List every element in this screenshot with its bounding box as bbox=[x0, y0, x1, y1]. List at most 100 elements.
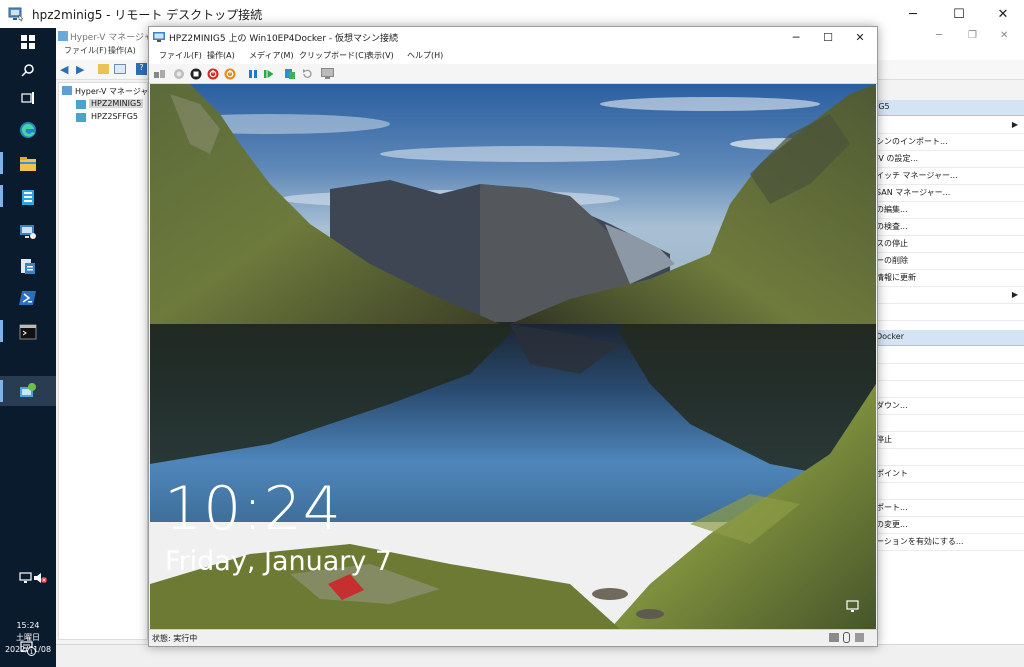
vmc-window-title: HPZ2MINIG5 上の Win10EP4Docker - 仮想マシン接続 bbox=[169, 34, 398, 44]
action-remove-server[interactable]: ーの削除 bbox=[876, 253, 1024, 270]
windows-start-icon[interactable] bbox=[16, 30, 40, 54]
hvm-restore-button[interactable]: ❐ bbox=[968, 30, 977, 41]
rdp-titlebar: hpz2minig5 - リモート デスクトップ接続 ─ ☐ ✕ bbox=[0, 0, 1024, 28]
revert-icon[interactable] bbox=[300, 67, 313, 80]
volume-muted-icon[interactable] bbox=[32, 566, 48, 590]
actions-vm-header[interactable]: Docker bbox=[876, 330, 1024, 346]
rdp-window-title: hpz2minig5 - リモート デスクトップ接続 bbox=[32, 8, 263, 22]
vm-screen[interactable]: 10:24 Friday, January 7 bbox=[150, 84, 876, 629]
vmc-close-button[interactable]: ✕ bbox=[845, 27, 875, 47]
vmc-menu-file[interactable]: ファイル(F) bbox=[159, 50, 202, 61]
action-view[interactable]: ▶ bbox=[876, 287, 1024, 304]
enhanced-session-icon[interactable] bbox=[321, 67, 334, 80]
search-icon[interactable] bbox=[16, 58, 40, 82]
server-icon bbox=[76, 100, 86, 109]
remote-taskbar: 15:24 土曜日 2022/01/08 1 bbox=[0, 28, 56, 667]
actions-pane: IG5 ▶ シンのインポート... -V の設定... イッチ マネージャー..… bbox=[876, 100, 1024, 660]
vmc-titlebar: HPZ2MINIG5 上の Win10EP4Docker - 仮想マシン接続 ─… bbox=[149, 27, 877, 47]
folder-up-icon[interactable] bbox=[98, 64, 109, 74]
notification-icon[interactable]: 1 bbox=[16, 636, 40, 660]
tree-server-hpz2sffg5[interactable]: HPZ2SFFG5 bbox=[91, 112, 138, 121]
rdp-close-button[interactable]: ✕ bbox=[980, 0, 1024, 28]
server-manager-icon[interactable] bbox=[16, 185, 40, 209]
hvm-navigation-tree: Hyper-V マネージャー HPZ2MINIG5 HPZ2SFFG5 bbox=[58, 82, 156, 640]
taskbar-indicator bbox=[0, 152, 3, 174]
action-connect[interactable] bbox=[876, 347, 1024, 364]
vmc-menu-action[interactable]: 操作(A) bbox=[207, 50, 235, 61]
action-refresh[interactable]: 情報に更新 bbox=[876, 270, 1024, 287]
vmc-menu-help[interactable]: ヘルプ(H) bbox=[407, 50, 443, 61]
hyper-v-manager-icon[interactable] bbox=[16, 379, 40, 403]
action-enable-replication[interactable]: ーションを有効にする... bbox=[876, 534, 1024, 551]
vm-status-text: 状態: 実行中 bbox=[152, 634, 198, 643]
vm-connection-window: HPZ2MINIG5 上の Win10EP4Docker - 仮想マシン接続 ─… bbox=[148, 26, 878, 647]
turn-off-icon[interactable] bbox=[189, 67, 202, 80]
lock-screen-network-icon bbox=[846, 600, 860, 614]
hvm-minimize-button[interactable]: ─ bbox=[936, 30, 942, 41]
notification-count: 1 bbox=[30, 649, 34, 656]
command-prompt-icon[interactable] bbox=[16, 320, 40, 344]
action-inspect-disk[interactable]: の検査... bbox=[876, 219, 1024, 236]
ctrl-alt-del-icon[interactable] bbox=[153, 67, 166, 80]
action-reset[interactable] bbox=[876, 449, 1024, 466]
remote-desktop-icon[interactable] bbox=[16, 220, 40, 244]
pause-icon[interactable] bbox=[246, 67, 259, 80]
resume-icon[interactable] bbox=[262, 67, 275, 80]
vmc-menubar: ファイル(F) 操作(A) メディア(M) クリップボード(C) 表示(V) ヘ… bbox=[149, 47, 877, 64]
file-explorer-icon[interactable] bbox=[16, 152, 40, 176]
action-help[interactable] bbox=[876, 304, 1024, 321]
action-export[interactable]: ポート... bbox=[876, 500, 1024, 517]
action-hyperv-settings[interactable]: -V の設定... bbox=[876, 151, 1024, 168]
vmc-minimize-button[interactable]: ─ bbox=[781, 27, 811, 47]
vmc-maximize-button[interactable]: ☐ bbox=[813, 27, 843, 47]
action-settings[interactable] bbox=[876, 364, 1024, 381]
edge-icon[interactable] bbox=[16, 118, 40, 142]
remote-desktop-icon bbox=[8, 6, 24, 22]
action-edit-disk[interactable]: の編集... bbox=[876, 202, 1024, 219]
submenu-arrow-icon: ▶ bbox=[1011, 120, 1018, 129]
lock-screen-date: Friday, January 7 bbox=[165, 546, 393, 577]
rdp-minimize-button[interactable]: ─ bbox=[890, 0, 936, 28]
lock-screen-time: 10:24 bbox=[164, 474, 342, 544]
hvm-statusbar bbox=[56, 644, 1024, 667]
hvm-close-button[interactable]: ✕ bbox=[1000, 30, 1008, 41]
show-hide-tree-icon[interactable] bbox=[114, 64, 126, 74]
action-virtual-switch-manager[interactable]: イッチ マネージャー... bbox=[876, 168, 1024, 185]
action-move[interactable] bbox=[876, 483, 1024, 500]
save-icon[interactable] bbox=[223, 67, 236, 80]
back-icon[interactable]: ◀ bbox=[60, 63, 68, 76]
action-pause[interactable]: 停止 bbox=[876, 432, 1024, 449]
taskbar-indicator bbox=[0, 185, 3, 207]
powershell-icon[interactable] bbox=[16, 286, 40, 310]
vmc-menu-view[interactable]: 表示(V) bbox=[366, 50, 394, 61]
vmc-statusbar: 状態: 実行中 bbox=[149, 629, 877, 646]
start-icon[interactable] bbox=[172, 67, 185, 80]
help-icon[interactable]: ? bbox=[136, 63, 147, 75]
admin-tools-icon[interactable] bbox=[16, 254, 40, 278]
action-stop-service[interactable]: スの停止 bbox=[876, 236, 1024, 253]
clock-time: 15:24 bbox=[16, 621, 40, 630]
tree-root[interactable]: Hyper-V マネージャー bbox=[75, 86, 156, 97]
hvm-menu-file[interactable]: ファイル(F) bbox=[64, 45, 107, 56]
action-save[interactable] bbox=[876, 415, 1024, 432]
mouse-status-icon bbox=[843, 632, 850, 643]
rdp-maximize-button[interactable]: ☐ bbox=[936, 0, 982, 28]
action-rename[interactable]: の変更... bbox=[876, 517, 1024, 534]
vmc-menu-clipboard[interactable]: クリップボード(C) bbox=[299, 50, 367, 61]
tree-server-hpz2minig5[interactable]: HPZ2MINIG5 bbox=[89, 99, 144, 108]
action-import-vm[interactable]: シンのインポート... bbox=[876, 134, 1024, 151]
hvm-menu-action[interactable]: 操作(A) bbox=[108, 45, 136, 56]
vm-connection-icon bbox=[153, 32, 165, 42]
shut-down-icon[interactable] bbox=[206, 67, 219, 80]
action-item[interactable]: ▶ bbox=[876, 117, 1024, 134]
checkpoint-icon[interactable] bbox=[283, 67, 296, 80]
task-view-icon[interactable] bbox=[16, 86, 40, 110]
action-shut-down[interactable]: ダウン... bbox=[876, 398, 1024, 415]
server-icon bbox=[76, 113, 86, 122]
vmc-menu-media[interactable]: メディア(M) bbox=[249, 50, 294, 61]
forward-icon[interactable]: ▶ bbox=[76, 63, 84, 76]
action-turn-off[interactable] bbox=[876, 381, 1024, 398]
action-checkpoint[interactable]: ポイント bbox=[876, 466, 1024, 483]
action-virtual-san-manager[interactable]: SAN マネージャー... bbox=[876, 185, 1024, 202]
actions-server-header[interactable]: IG5 bbox=[876, 100, 1024, 116]
